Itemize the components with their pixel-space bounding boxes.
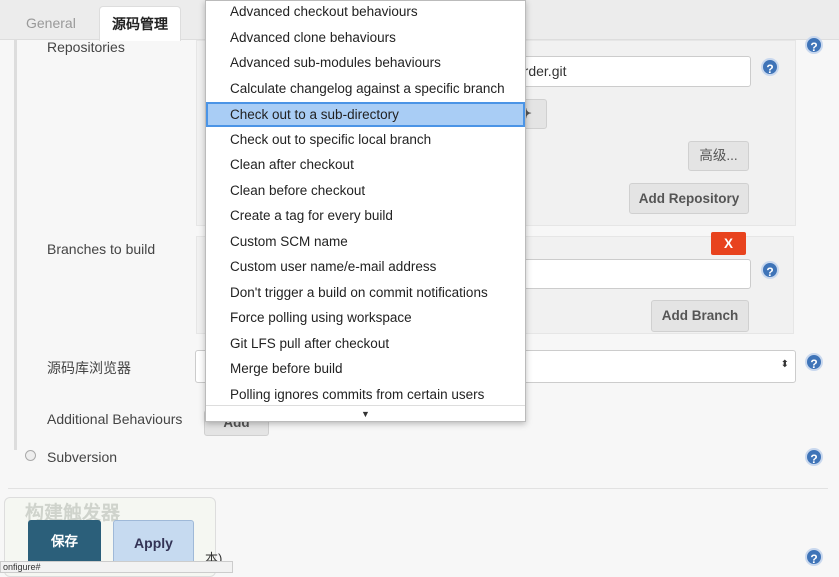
scroll-down-icon[interactable]: ▼ [206, 405, 525, 422]
repository-url-input[interactable]: /order.git [505, 56, 751, 87]
add-branch-button[interactable]: Add Branch [651, 300, 749, 332]
add-repository-button[interactable]: Add Repository [629, 183, 749, 214]
menu-item[interactable]: Clean before checkout [206, 179, 525, 204]
divider [8, 488, 828, 489]
menu-item[interactable]: Check out to a sub-directory [206, 102, 525, 127]
branch-specifier-input[interactable] [505, 259, 751, 289]
menu-item[interactable]: Merge before build [206, 357, 525, 382]
delete-branch-button[interactable]: X [711, 232, 746, 255]
menu-item[interactable]: Custom user name/e-mail address [206, 255, 525, 280]
menu-item[interactable]: Force polling using workspace [206, 306, 525, 331]
menu-item[interactable]: Calculate changelog against a specific b… [206, 77, 525, 102]
apply-button[interactable]: Apply [113, 520, 194, 566]
help-icon[interactable]: ? [761, 261, 779, 279]
help-icon[interactable]: ? [805, 548, 823, 566]
subversion-radio[interactable] [25, 450, 36, 461]
menu-item[interactable]: Create a tag for every build [206, 204, 525, 229]
repository-browser-label: 源码库浏览器 [47, 360, 131, 376]
menu-item[interactable]: Don't trigger a build on commit notifica… [206, 281, 525, 306]
status-bar-url: onfigure# [0, 561, 233, 573]
save-button[interactable]: 保存 [28, 520, 101, 566]
menu-item[interactable]: Advanced sub-modules behaviours [206, 51, 525, 76]
menu-item[interactable]: Clean after checkout [206, 153, 525, 178]
menu-item[interactable]: Polling ignores commits from certain use… [206, 383, 525, 408]
menu-item[interactable]: Advanced clone behaviours [206, 26, 525, 51]
select-arrows-icon: ⬍ [780, 359, 789, 370]
subversion-label: Subversion [47, 449, 118, 465]
menu-item[interactable]: Git LFS pull after checkout [206, 332, 525, 357]
add-behaviour-dropdown: ▼ Advanced checkout behaviours Advanced c… [205, 0, 526, 422]
help-icon[interactable]: ? [805, 36, 823, 54]
advanced-button[interactable]: 高级... [688, 141, 749, 171]
repositories-label: Repositories [47, 39, 125, 55]
tab-source-management[interactable]: 源码管理 [99, 6, 181, 41]
help-icon[interactable]: ? [805, 448, 823, 466]
help-icon[interactable]: ? [761, 58, 779, 76]
branches-label: Branches to build [47, 241, 156, 257]
section-bar [14, 40, 17, 450]
menu-item[interactable]: Check out to specific local branch [206, 128, 525, 153]
menu-item[interactable]: Custom SCM name [206, 230, 525, 255]
menu-item[interactable]: Advanced checkout behaviours [206, 0, 525, 25]
additional-behaviours-label: Additional Behaviours [47, 411, 183, 427]
help-icon[interactable]: ? [805, 353, 823, 371]
tab-general[interactable]: General [14, 6, 88, 41]
